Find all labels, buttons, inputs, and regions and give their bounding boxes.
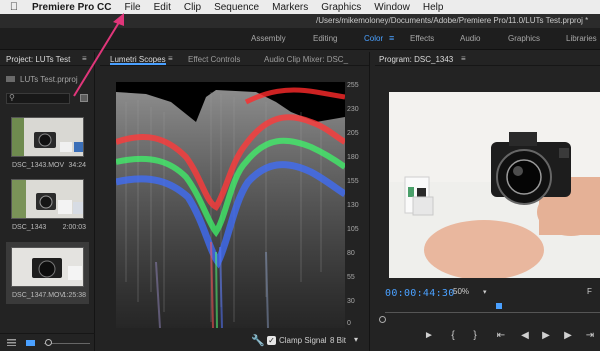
project-panel: Project: LUTs Test ≡ LUTs Test.prproj ⚲ … bbox=[0, 52, 95, 351]
go-to-out-icon[interactable]: ⇥ bbox=[584, 330, 596, 341]
step-forward-icon[interactable]: ▶ bbox=[562, 330, 574, 341]
clip-duration: 1:25:38 bbox=[62, 292, 86, 299]
zoom-level-value: 50% bbox=[453, 287, 470, 296]
program-panel-header: Program: DSC_1343 ≡ bbox=[375, 52, 600, 66]
wrench-icon[interactable]: 🔧 bbox=[251, 334, 265, 347]
search-icon: ⚲ bbox=[9, 93, 15, 102]
menu-sequence[interactable]: Sequence bbox=[214, 2, 259, 13]
workspace-effects[interactable]: Effects bbox=[410, 34, 434, 43]
program-controls: 00:00:44:30 50% ▾ F ► { } ⇤ ◀ ▶ ▶ ⇥ bbox=[375, 278, 600, 351]
mark-in-icon[interactable]: { bbox=[447, 330, 459, 341]
clip-item-selected[interactable]: DSC_1347.MOV 1:25:38 bbox=[6, 242, 89, 304]
project-search-input[interactable]: ⚲ bbox=[6, 93, 70, 104]
scale-label: 230 bbox=[347, 106, 359, 113]
project-menu-icon[interactable]: ≡ bbox=[82, 54, 87, 63]
clip-name: DSC_1343 bbox=[12, 224, 47, 231]
workspace-menu-icon[interactable]: ≡ bbox=[389, 33, 394, 43]
workspace-libraries[interactable]: Libraries bbox=[566, 34, 597, 43]
resolution-select[interactable]: F bbox=[587, 287, 592, 296]
clip-thumbnail bbox=[11, 117, 84, 157]
menu-graphics[interactable]: Graphics bbox=[321, 2, 361, 13]
waveform-scope bbox=[116, 82, 345, 328]
go-to-in-icon[interactable]: ⇤ bbox=[495, 330, 507, 341]
thumbnail-zoom-handle[interactable] bbox=[45, 339, 52, 346]
step-back-icon[interactable]: ◀ bbox=[519, 330, 531, 341]
camera-thumbnail-image bbox=[12, 180, 83, 218]
scale-label: 130 bbox=[347, 202, 359, 209]
clip-item[interactable]: DSC_1343 2:00:03 bbox=[6, 174, 89, 236]
chevron-down-icon: ▾ bbox=[483, 289, 487, 296]
scopes-footer: 🔧 ✓ Clamp Signal 8 Bit ▾ bbox=[100, 331, 370, 351]
clip-duration: 2:00:03 bbox=[62, 224, 86, 231]
apple-icon[interactable]:  bbox=[8, 1, 20, 13]
tab-audio-clip-mixer[interactable]: Audio Clip Mixer: DSC_ bbox=[264, 55, 348, 64]
menu-markers[interactable]: Markers bbox=[272, 2, 308, 13]
menu-clip[interactable]: Clip bbox=[184, 2, 201, 13]
clip-thumbnail bbox=[11, 247, 84, 287]
project-footer bbox=[0, 333, 95, 351]
scale-label: 180 bbox=[347, 154, 359, 161]
clip-duration: 34:24 bbox=[68, 162, 86, 169]
scale-label: 255 bbox=[347, 82, 359, 89]
workspace-graphics[interactable]: Graphics bbox=[508, 34, 540, 43]
workspace-color[interactable]: Color bbox=[364, 34, 383, 43]
clip-name: DSC_1343.MOV bbox=[12, 162, 65, 169]
project-panel-header: Project: LUTs Test ≡ bbox=[0, 52, 94, 66]
scale-label: 105 bbox=[347, 226, 359, 233]
scale-label: 155 bbox=[347, 178, 359, 185]
play-icon[interactable]: ▶ bbox=[540, 330, 552, 341]
program-time-ruler[interactable] bbox=[385, 303, 600, 313]
lumetri-scopes-panel: Lumetri Scopes ≡ Effect Controls Audio C… bbox=[100, 52, 370, 351]
menu-window[interactable]: Window bbox=[374, 2, 410, 13]
window-title-path: /Users/mikemoloney/Documents/Adobe/Premi… bbox=[0, 14, 600, 28]
menu-file[interactable]: File bbox=[124, 2, 140, 13]
workspace-audio[interactable]: Audio bbox=[460, 34, 480, 43]
clip-item[interactable]: DSC_1343.MOV 34:24 bbox=[6, 112, 89, 174]
tab-project[interactable]: Project: LUTs Test bbox=[6, 55, 70, 64]
list-view-icon[interactable] bbox=[7, 339, 16, 346]
project-file: LUTs Test.prproj bbox=[6, 75, 78, 84]
active-tab-indicator bbox=[110, 63, 166, 65]
scale-label: 80 bbox=[347, 250, 355, 257]
scopes-panel-header: Lumetri Scopes ≡ Effect Controls Audio C… bbox=[100, 52, 369, 66]
add-marker-icon[interactable]: ► bbox=[423, 330, 435, 341]
bit-depth-select[interactable]: 8 Bit bbox=[330, 336, 346, 345]
scale-label: 205 bbox=[347, 130, 359, 137]
mark-out-icon[interactable]: } bbox=[469, 330, 481, 341]
clamp-signal-label: Clamp Signal bbox=[279, 336, 327, 345]
zoom-level-select[interactable]: 50% ▾ bbox=[453, 287, 487, 296]
workspace-bar: Assembly Editing Color ≡ Effects Audio G… bbox=[0, 28, 600, 50]
scopes-menu-icon[interactable]: ≡ bbox=[168, 54, 173, 63]
icon-view-icon[interactable] bbox=[26, 340, 35, 346]
workspace-editing[interactable]: Editing bbox=[313, 34, 337, 43]
mac-menubar:  Premiere Pro CC File Edit Clip Sequenc… bbox=[0, 0, 600, 14]
program-menu-icon[interactable]: ≡ bbox=[461, 54, 466, 63]
clip-thumbnail bbox=[11, 179, 84, 219]
clip-name: DSC_1347.MOV bbox=[12, 292, 65, 299]
scale-label: 0 bbox=[347, 320, 351, 327]
rgb-waveform-graphic bbox=[116, 82, 345, 328]
app-menu-premiere[interactable]: Premiere Pro CC bbox=[32, 2, 111, 13]
tab-program-monitor[interactable]: Program: DSC_1343 bbox=[379, 55, 453, 64]
tab-effect-controls[interactable]: Effect Controls bbox=[188, 55, 240, 64]
new-bin-icon[interactable] bbox=[80, 94, 88, 102]
camera-thumbnail-image bbox=[12, 248, 83, 286]
work-area-handle[interactable] bbox=[379, 316, 386, 323]
scale-label: 30 bbox=[347, 298, 355, 305]
chevron-down-icon[interactable]: ▾ bbox=[354, 335, 358, 344]
project-file-icon bbox=[6, 76, 15, 82]
program-timecode[interactable]: 00:00:44:30 bbox=[385, 288, 455, 299]
menu-edit[interactable]: Edit bbox=[154, 2, 171, 13]
menu-help[interactable]: Help bbox=[423, 2, 444, 13]
camera-thumbnail-image bbox=[12, 118, 83, 156]
program-monitor-panel: Program: DSC_1343 ≡ 00:00:44:30 50% ▾ F … bbox=[375, 52, 600, 351]
playhead-marker[interactable] bbox=[495, 303, 502, 309]
workspace-assembly[interactable]: Assembly bbox=[251, 34, 286, 43]
clamp-signal-checkbox[interactable]: ✓ bbox=[267, 336, 276, 345]
project-file-name: LUTs Test.prproj bbox=[20, 75, 78, 84]
scale-label: 55 bbox=[347, 274, 355, 281]
